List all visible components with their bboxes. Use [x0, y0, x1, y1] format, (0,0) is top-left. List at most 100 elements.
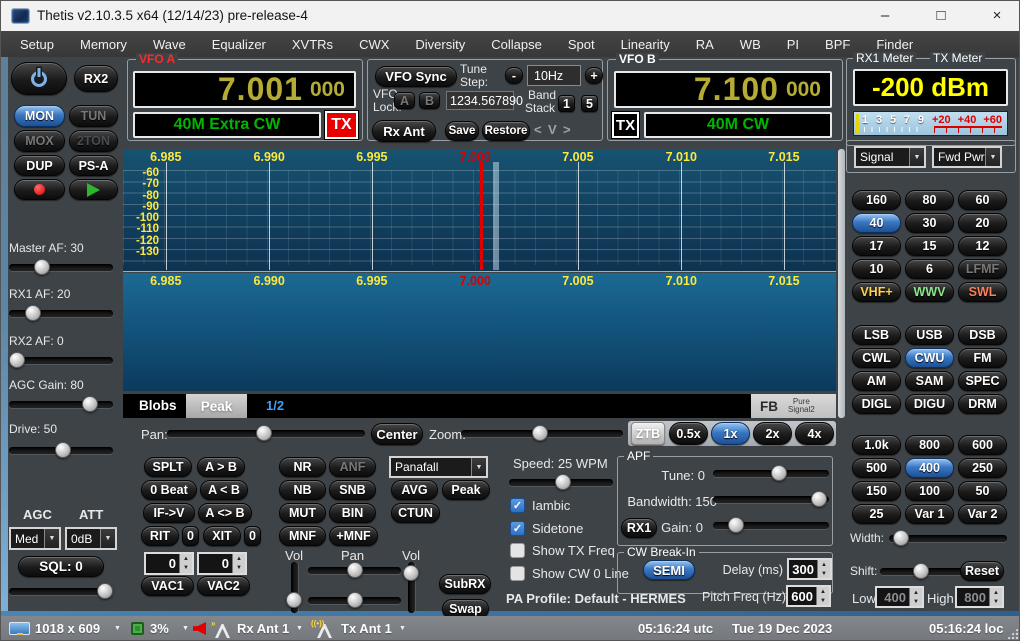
- rx-meter-mode-select[interactable]: Signal: [854, 146, 926, 168]
- panadapter[interactable]: 6.9856.9906.9957.0007.0057.0107.015 6.98…: [123, 149, 836, 272]
- mode-button[interactable]: USB: [905, 325, 954, 345]
- dropdown-arrow-icon[interactable]: [985, 148, 1000, 166]
- band-button[interactable]: 30: [905, 213, 954, 233]
- zoom-factor-button[interactable]: 2x: [753, 422, 792, 445]
- rit-zero-button[interactable]: 0: [182, 526, 199, 546]
- slider-thumb[interactable]: [256, 425, 272, 441]
- power-button[interactable]: [11, 62, 67, 95]
- mox-button[interactable]: MOX: [14, 130, 65, 152]
- menu-item[interactable]: XVTRs: [279, 31, 346, 57]
- rit-button[interactable]: RIT: [141, 526, 179, 546]
- semi-breakin-button[interactable]: SEMI: [643, 560, 695, 580]
- mode-button[interactable]: AM: [852, 371, 901, 391]
- slider-thumb[interactable]: [728, 517, 744, 533]
- zoom-factor-button[interactable]: 4x: [795, 422, 834, 445]
- zoom-factor-button[interactable]: 1x: [711, 422, 750, 445]
- a-swap-b-button[interactable]: A <> B: [198, 503, 252, 523]
- vfo-sync-button[interactable]: VFO Sync: [375, 66, 457, 87]
- rx-ant-button[interactable]: Rx Ant: [372, 120, 436, 142]
- att-select[interactable]: 0dB: [65, 527, 117, 550]
- slider-thumb[interactable]: [34, 259, 50, 275]
- cw-checkbox[interactable]: Show CW 0 Line: [510, 566, 629, 589]
- subrx-pan-slider[interactable]: [308, 592, 401, 608]
- checkbox-icon[interactable]: [510, 498, 525, 513]
- fb-button[interactable]: FB: [760, 399, 778, 414]
- menu-item[interactable]: Diversity: [402, 31, 478, 57]
- close-button[interactable]: ×: [975, 1, 1019, 30]
- band-button[interactable]: 15: [905, 236, 954, 256]
- a-to-b-button[interactable]: A > B: [197, 457, 245, 477]
- vfo-b-tx-button[interactable]: TX: [612, 112, 639, 138]
- restore-button[interactable]: Restore: [482, 121, 530, 141]
- band-prev-button[interactable]: <: [534, 122, 542, 137]
- bin-button[interactable]: BIN: [329, 503, 376, 523]
- band-button[interactable]: 160: [852, 190, 901, 210]
- checkbox-icon[interactable]: [510, 566, 525, 581]
- menu-item[interactable]: Memory: [67, 31, 140, 57]
- ctun-button[interactable]: CTUN: [391, 503, 440, 523]
- cpu-usage-label[interactable]: 3%: [150, 621, 169, 636]
- mode-button[interactable]: FM: [958, 348, 1007, 368]
- split-button[interactable]: SPLT: [144, 457, 192, 477]
- mode-button[interactable]: SAM: [905, 371, 954, 391]
- band-v-button[interactable]: V: [548, 122, 557, 137]
- slider-thumb[interactable]: [555, 474, 571, 490]
- slider-thumb[interactable]: [97, 583, 113, 599]
- menu-item[interactable]: PI: [774, 31, 812, 57]
- slider-thumb[interactable]: [403, 565, 419, 581]
- two-tone-button[interactable]: 2TON: [69, 130, 118, 152]
- tune-step-plus-button[interactable]: +: [585, 67, 603, 84]
- cw-speed-slider[interactable]: [509, 474, 613, 490]
- shift-slider[interactable]: [880, 563, 964, 579]
- band-button[interactable]: 60: [958, 190, 1007, 210]
- resolution-label[interactable]: 1018 x 609: [35, 621, 100, 636]
- mode-button[interactable]: DSB: [958, 325, 1007, 345]
- frequency-entry-field[interactable]: 1234.567890: [446, 91, 514, 110]
- display-mode-select[interactable]: Panafall: [389, 456, 488, 478]
- pure-signal-label[interactable]: PureSignal2: [788, 398, 815, 415]
- subrx-volume-slider[interactable]: [403, 562, 419, 613]
- agc-select[interactable]: Med: [9, 527, 61, 550]
- rx1-pan-slider[interactable]: [308, 562, 401, 578]
- drive-slider[interactable]: [9, 442, 113, 458]
- slider-thumb[interactable]: [811, 491, 827, 507]
- rx-ant-label[interactable]: Rx Ant 1: [237, 621, 289, 636]
- dropdown-arrow-icon[interactable]: [100, 529, 115, 548]
- resize-grip[interactable]: [1007, 628, 1018, 639]
- dropdown-arrow-icon[interactable]: [44, 529, 59, 548]
- slider-thumb[interactable]: [286, 592, 302, 608]
- zoom-factor-button[interactable]: 0.5x: [669, 422, 708, 445]
- minimize-button[interactable]: –: [863, 1, 907, 30]
- menu-item[interactable]: Collapse: [478, 31, 555, 57]
- blobs-tab[interactable]: Blobs: [139, 398, 177, 413]
- tx-meter-mode-select[interactable]: Fwd Pwr: [932, 146, 1002, 168]
- slider-thumb[interactable]: [532, 425, 548, 441]
- chevron-down-icon[interactable]: ▼: [114, 625, 121, 632]
- slider-thumb[interactable]: [25, 305, 41, 321]
- filter-passband[interactable]: [493, 162, 499, 270]
- cw-checkbox[interactable]: Show TX Freq: [510, 543, 629, 566]
- rx2-af-slider[interactable]: [9, 352, 113, 368]
- dup-button[interactable]: DUP: [14, 155, 65, 176]
- mode-button[interactable]: CWL: [852, 348, 901, 368]
- zero-beat-button[interactable]: 0 Beat: [141, 480, 197, 500]
- dropdown-arrow-icon[interactable]: [471, 458, 486, 476]
- slider-thumb[interactable]: [82, 396, 98, 412]
- menu-item[interactable]: Spot: [555, 31, 608, 57]
- b-to-a-button[interactable]: A < B: [200, 480, 248, 500]
- nr-button[interactable]: NR: [279, 457, 326, 477]
- menu-item[interactable]: RA: [683, 31, 727, 57]
- mode-button[interactable]: CWU: [905, 348, 954, 368]
- vfo-lock-b-button[interactable]: B: [419, 92, 440, 109]
- band-button[interactable]: 17: [852, 236, 901, 256]
- vfo-a-tx-button[interactable]: TX: [325, 111, 358, 139]
- menu-item[interactable]: CWX: [346, 31, 402, 57]
- band-button[interactable]: LFMF: [958, 259, 1007, 279]
- spectrum-scrollbar[interactable]: [838, 149, 845, 418]
- master-af-slider[interactable]: [9, 259, 113, 275]
- tune-step-minus-button[interactable]: -: [505, 67, 523, 84]
- filter-button[interactable]: Var 2: [958, 504, 1007, 524]
- agc-gain-slider[interactable]: [9, 396, 113, 412]
- band-button[interactable]: 6: [905, 259, 954, 279]
- mnf-button[interactable]: MNF: [279, 526, 326, 546]
